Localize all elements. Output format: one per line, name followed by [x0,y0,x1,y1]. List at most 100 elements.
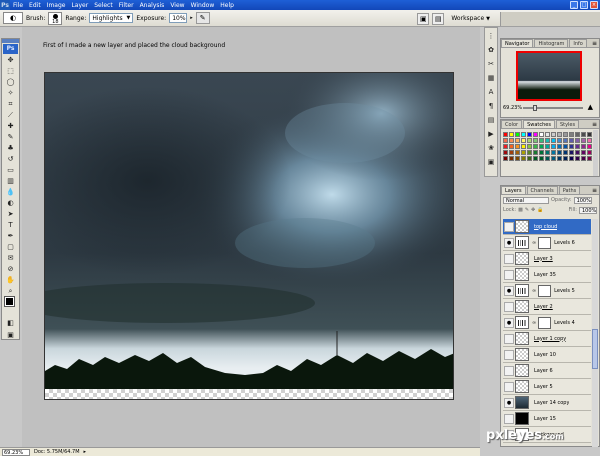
swatch[interactable] [533,132,538,137]
swatch[interactable] [569,156,574,161]
close-button[interactable]: × [590,1,598,9]
swatch[interactable] [515,138,520,143]
gradient-tool-icon[interactable]: ▥ [3,176,18,186]
layer-row[interactable]: Layer 35 [503,267,591,283]
swatch[interactable] [569,144,574,149]
swatch[interactable] [569,138,574,143]
eye-icon[interactable]: ● [504,397,514,408]
swatch[interactable] [587,132,592,137]
swatch[interactable] [557,150,562,155]
swatch-scrollbar[interactable] [593,130,598,176]
marquee-tool-icon[interactable]: ⬚ [3,66,18,76]
layer-mask-thumbnail[interactable] [538,284,552,297]
fill-input[interactable]: 100% [579,206,597,214]
document-canvas[interactable] [44,72,454,400]
range-select[interactable]: Highlights ▼ [89,13,134,23]
swatch[interactable] [563,132,568,137]
slice-tool-icon[interactable]: ⟋ [3,110,18,120]
tab-histogram[interactable]: Histogram [534,39,569,47]
tab-layers[interactable]: Layers [501,186,526,194]
layers-scroll-thumb[interactable] [592,329,598,369]
clone-source-icon[interactable]: ❀ [486,143,496,154]
swatch[interactable] [515,150,520,155]
swatch[interactable] [575,138,580,143]
photoshop-badge[interactable]: Ps [3,44,18,54]
swatch[interactable] [587,144,592,149]
visibility-toggle[interactable] [504,269,514,280]
visibility-toggle[interactable] [504,301,514,312]
panel-menu-icon[interactable]: ≡ [592,187,599,194]
swatch[interactable] [539,132,544,137]
visibility-toggle[interactable] [504,333,514,344]
dodge-tool-icon[interactable]: ◐ [3,198,18,208]
swatch[interactable] [521,156,526,161]
layer-row[interactable]: Layer 2 [503,299,591,315]
lock-position-icon[interactable]: ✥ [531,207,535,213]
swatch[interactable] [521,150,526,155]
menu-help[interactable]: Help [217,2,237,9]
brush-picker[interactable]: 18 [48,11,63,25]
navigator-zoom[interactable]: 69.23% [503,105,522,111]
swatch[interactable] [587,138,592,143]
menu-file[interactable]: File [10,2,26,9]
swatch[interactable] [563,138,568,143]
swatch[interactable] [503,150,508,155]
toolbox-header[interactable] [2,39,19,43]
swatch[interactable] [503,144,508,149]
hand-tool-icon[interactable]: ✋ [3,275,18,285]
zoom-in-icon[interactable]: ▲ [588,103,593,111]
swatch[interactable] [563,150,568,155]
blur-tool-icon[interactable]: 💧 [3,187,18,197]
workspace-button[interactable]: Workspace ▼ [447,13,494,25]
chain-link-icon[interactable]: ∞ [532,320,536,326]
swatch[interactable] [527,156,532,161]
visibility-toggle[interactable] [504,365,514,376]
swatch[interactable] [509,144,514,149]
clone-stamp-icon[interactable]: ♣ [3,143,18,153]
lock-transparent-icon[interactable]: ▩ [518,207,523,213]
swatch[interactable] [527,138,532,143]
quick-mask-icon[interactable]: ◧ [3,318,18,328]
layer-row[interactable]: Layer 15 [503,411,591,427]
menu-filter[interactable]: Filter [116,2,137,9]
panel-menu-icon[interactable]: ≡ [592,121,599,128]
swatch[interactable] [569,132,574,137]
swatch[interactable] [581,138,586,143]
chain-link-icon[interactable]: ∞ [532,240,536,246]
tab-swatches[interactable]: Swatches [523,120,555,128]
swatch[interactable] [557,132,562,137]
menu-select[interactable]: Select [91,2,116,9]
layer-row[interactable]: top cloud [503,219,591,235]
swatch[interactable] [551,156,556,161]
swatch[interactable] [569,150,574,155]
layer-row[interactable]: ● Layer 14 copy [503,395,591,411]
airbrush-toggle[interactable]: ✎ [195,12,210,24]
swatch[interactable] [521,144,526,149]
tool-presets-icon[interactable]: ✂ [486,59,496,70]
swatch[interactable] [545,144,550,149]
bridge-icon[interactable]: ▣ [417,12,430,25]
swatch[interactable] [521,132,526,137]
screen-mode-icon[interactable]: ▣ [3,330,18,340]
swatch[interactable] [551,132,556,137]
visibility-toggle[interactable] [504,381,514,392]
crop-tool-icon[interactable]: ⌗ [3,99,18,109]
zoom-input[interactable]: 69.23% [2,448,30,456]
move-tool-icon[interactable]: ✥ [3,55,18,65]
eye-icon[interactable]: ● [504,317,514,328]
layer-row[interactable]: Layer 6 [503,363,591,379]
minimize-button[interactable]: _ [570,1,578,9]
pen-tool-icon[interactable]: ✒ [3,231,18,241]
shape-tool-icon[interactable]: ▢ [3,242,18,252]
menu-layer[interactable]: Layer [68,2,91,9]
swatch[interactable] [527,132,532,137]
swatch[interactable] [509,156,514,161]
swatch[interactable] [551,138,556,143]
swatch[interactable] [581,156,586,161]
healing-brush-icon[interactable]: ✚ [3,121,18,131]
swatch[interactable] [575,132,580,137]
info-icon[interactable]: ▣ [486,157,496,168]
zoom-tool-icon[interactable]: ⌕ [3,286,18,296]
swatch[interactable] [539,156,544,161]
file-browser-icon[interactable]: ▤ [432,12,445,25]
